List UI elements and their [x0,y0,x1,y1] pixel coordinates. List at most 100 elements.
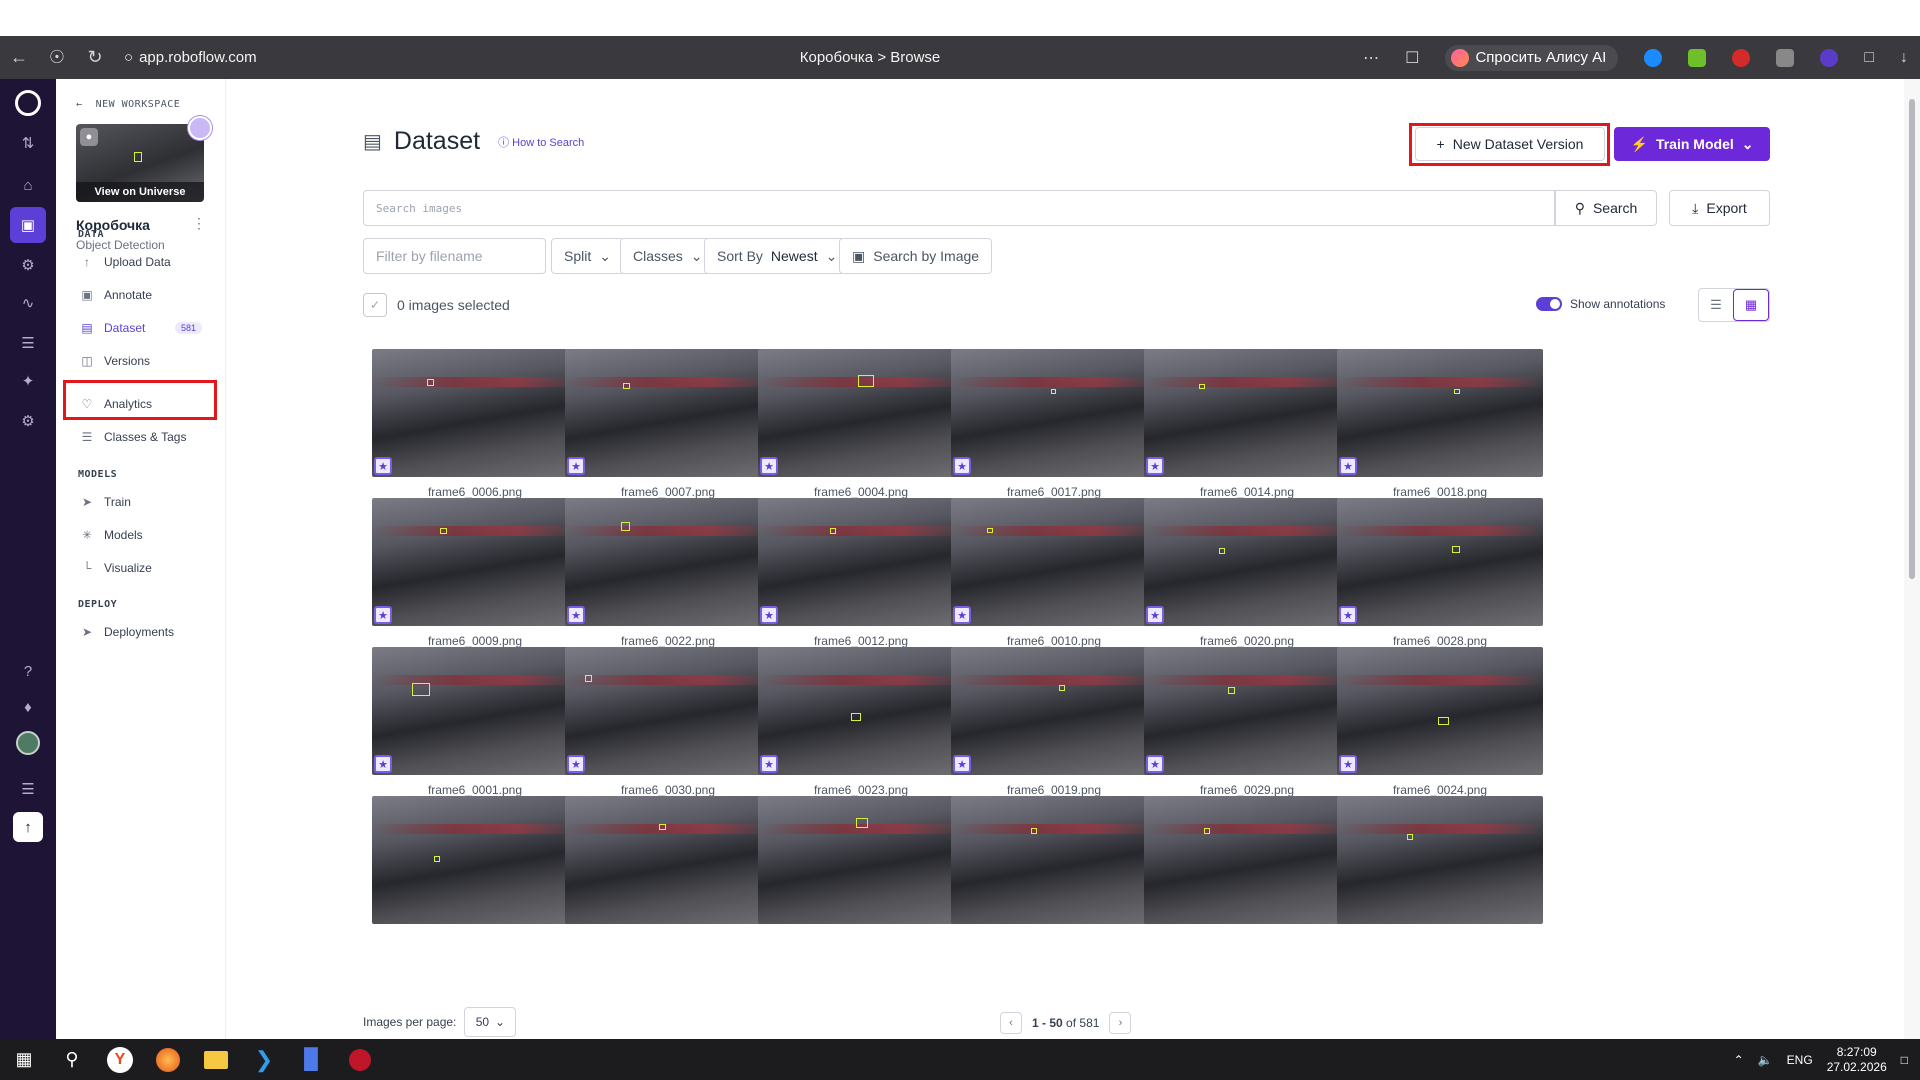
clock[interactable]: 8:27:09 27.02.2026 [1827,1045,1887,1075]
help-icon[interactable]: ? [0,651,56,691]
image-thumbnail[interactable]: ★ [1337,349,1543,477]
search-by-image-button[interactable]: ▣ Search by Image [839,238,993,274]
image-tile[interactable]: ★ frame6_0020.png [1144,498,1350,648]
workspace-avatar[interactable] [188,116,212,140]
split-dropdown[interactable]: Split ⌄ [551,238,624,274]
list-view-icon[interactable]: ☰ [1699,289,1733,321]
extension-icon[interactable] [1820,48,1839,67]
projects-icon[interactable]: ▣ [0,205,56,245]
how-to-search-link[interactable]: ⓘ How to Search [498,134,584,150]
address-bar[interactable]: ○ app.roboflow.com [124,49,257,66]
prev-page-button[interactable]: ‹ [1000,1012,1022,1034]
image-thumbnail[interactable] [1337,796,1543,924]
file-explorer-icon[interactable] [192,1039,240,1080]
image-thumbnail[interactable]: ★ [565,349,771,477]
workflows-icon[interactable]: ⚙ [0,245,56,285]
image-tile[interactable] [951,796,1157,932]
image-tile[interactable]: ★ frame6_0004.png [758,349,964,499]
back-to-workspace[interactable]: ← NEW WORKSPACE [76,99,180,110]
settings-icon[interactable]: ⚙ [0,401,56,441]
next-page-button[interactable]: › [1109,1012,1132,1034]
project-thumbnail[interactable]: ● View on Universe [76,124,204,202]
switch-icon[interactable]: ⇅ [0,123,56,163]
volume-icon[interactable]: 🔈 [1758,1053,1773,1067]
home-icon[interactable]: ⌂ [0,165,56,205]
sort-dropdown[interactable]: Sort By Newest ⌄ [704,238,851,274]
vscode-icon[interactable]: ❯ [240,1039,288,1080]
image-thumbnail[interactable]: ★ [372,349,578,477]
image-tile[interactable]: ★ frame6_0014.png [1144,349,1350,499]
image-tile[interactable]: ★ frame6_0028.png [1337,498,1543,648]
windows-start-icon[interactable]: ▦ [0,1039,48,1080]
image-tile[interactable] [1337,796,1543,932]
reload-icon[interactable]: ↻ [76,47,114,68]
filename-filter-input[interactable]: Filter by filename [363,238,546,274]
image-thumbnail[interactable] [758,796,964,924]
grid-view-icon[interactable]: ▦ [1733,289,1769,321]
image-thumbnail[interactable]: ★ [372,647,578,775]
sidebar-item-visualize[interactable]: └ Visualize [76,554,208,582]
show-annotations-toggle[interactable] [1536,297,1562,311]
extension-icon[interactable] [1644,48,1663,67]
docs-icon[interactable]: ☰ [0,769,56,809]
downloads-icon[interactable]: ↓ [1900,49,1908,67]
yandex-icon[interactable]: ☉ [38,47,76,68]
image-thumbnail[interactable]: ★ [1337,498,1543,626]
download-ext-icon[interactable] [1688,48,1707,67]
image-thumbnail[interactable]: ★ [1144,349,1350,477]
monitoring-icon[interactable]: ∿ [0,283,56,323]
sidebar-item-models[interactable]: ✳ Models [76,521,208,549]
image-tile[interactable]: ★ frame6_0009.png [372,498,578,648]
image-thumbnail[interactable]: ★ [1144,647,1350,775]
image-thumbnail[interactable]: ★ [758,498,964,626]
image-tile[interactable]: ★ frame6_0012.png [758,498,964,648]
kebab-menu-icon[interactable]: ⋮ [192,215,206,232]
extension-icon[interactable] [1776,48,1795,67]
more-icon[interactable]: ⋯ [1363,48,1379,68]
image-tile[interactable]: ★ frame6_0006.png [372,349,578,499]
alice-button[interactable]: Спросить Алису AI [1445,44,1619,71]
sidebar-item-train[interactable]: ➤ Train [76,488,208,516]
image-thumbnail[interactable]: ★ [951,498,1157,626]
train-model-button[interactable]: ⚡ Train Model ⌄ [1614,127,1770,161]
universe-icon[interactable]: ✦ [0,361,56,401]
charts-app-icon[interactable]: ▉ [288,1039,336,1080]
extension-icon[interactable] [1732,48,1751,67]
images-per-page-select[interactable]: 50 ⌄ [464,1007,517,1037]
notifications-icon[interactable]: □ [1901,1053,1908,1067]
image-thumbnail[interactable]: ★ [758,647,964,775]
image-tile[interactable]: ★ frame6_0007.png [565,349,771,499]
search-button[interactable]: ⚲ Search [1555,190,1657,226]
bell-icon[interactable]: ♦ [0,687,56,727]
image-thumbnail[interactable]: ★ [565,647,771,775]
search-icon[interactable]: ⚲ [48,1039,96,1080]
image-tile[interactable]: ★ frame6_0018.png [1337,349,1543,499]
image-tile[interactable]: ★ frame6_0019.png [951,647,1157,797]
chevron-up-icon[interactable]: ⌃ [1734,1053,1744,1067]
scrollbar-thumb[interactable] [1909,99,1915,579]
image-tile[interactable]: ★ frame6_0022.png [565,498,771,648]
back-icon[interactable]: ← [0,47,38,68]
bookmark-icon[interactable]: ☐ [1405,48,1419,68]
image-tile[interactable]: ★ frame6_0023.png [758,647,964,797]
sidebar-item-versions[interactable]: ◫ Versions [76,347,208,375]
select-all-checkbox[interactable]: ✓ [363,293,387,317]
image-tile[interactable]: ★ frame6_0001.png [372,647,578,797]
yandex-browser-icon[interactable]: Y [96,1039,144,1080]
sidebar-item-classes-tags[interactable]: ☰ Classes & Tags [76,423,208,451]
upload-icon[interactable]: ↑ [0,807,56,847]
sidebar-item-upload-data[interactable]: ↑ Upload Data [76,248,208,276]
image-tile[interactable]: ★ frame6_0030.png [565,647,771,797]
language-indicator[interactable]: ENG [1787,1053,1813,1067]
image-thumbnail[interactable]: ★ [372,498,578,626]
collections-icon[interactable]: □ [1864,49,1874,67]
classes-dropdown[interactable]: Classes ⌄ [620,238,716,274]
image-tile[interactable]: ★ frame6_0010.png [951,498,1157,648]
sidebar-item-dataset[interactable]: ▤ Dataset 581 [76,314,208,342]
sidebar-item-annotate[interactable]: ▣ Annotate [76,281,208,309]
image-thumbnail[interactable]: ★ [1337,647,1543,775]
image-thumbnail[interactable]: ★ [1144,498,1350,626]
image-thumbnail[interactable]: ★ [565,498,771,626]
sidebar-item-deployments[interactable]: ➤ Deployments [76,618,208,646]
image-tile[interactable] [565,796,771,932]
